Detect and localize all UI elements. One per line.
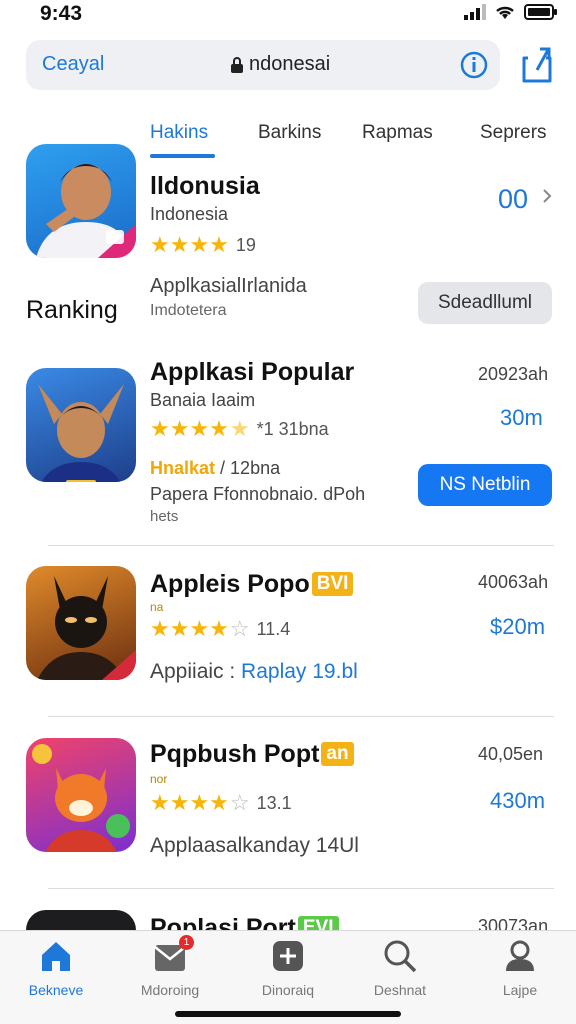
app-tagline-2: na (150, 600, 164, 614)
app-right-top-1: 20923ah (478, 364, 549, 384)
featured-action-button[interactable]: Sdeadlluml (418, 282, 552, 324)
app-desc-prefix-2: Appiiaic : (150, 660, 242, 683)
app-desc-3: Applaasalkanday 14Ul (150, 834, 359, 857)
star-empty-icon: ☆ (229, 616, 250, 641)
tabbar-label-search: Deshnat (373, 982, 427, 998)
wifi-icon (496, 6, 514, 19)
star-empty-icon: ☆ (229, 790, 250, 815)
status-bar: 9:43 (0, 0, 576, 34)
tabbar-item-home[interactable]: Bekneve (1, 939, 111, 998)
app-name-text-3: Pqpbush Popt (150, 740, 320, 768)
app-name-2[interactable]: Appleis Popo BVI (150, 570, 354, 599)
app-artwork-featured (36, 164, 136, 258)
featured-desc-line1: ApplkasialIrlanida (150, 275, 307, 297)
url-left-label[interactable]: Ceayal (42, 53, 104, 76)
app-subtitle-1: Banaia Iaaim (150, 390, 256, 410)
featured-rating: ★★★★ 19 (150, 232, 256, 258)
divider (48, 545, 554, 546)
tab-active-indicator (150, 154, 215, 158)
url-text: ndonesai (249, 53, 331, 75)
app-icon-1[interactable] (26, 368, 136, 482)
tabbar-label-home: Bekneve (28, 982, 84, 998)
app-artwork-3 (32, 744, 130, 852)
app-highlight-rest-1: / 12bna (220, 458, 281, 478)
info-icon[interactable] (460, 51, 488, 79)
app-icon-3[interactable] (26, 738, 136, 852)
status-time: 9:43 (40, 2, 83, 25)
app-icon-featured[interactable] (26, 144, 136, 258)
tabbar-item-inbox[interactable]: 1 Mdoroing (115, 935, 225, 998)
bottom-tab-bar: Bekneve 1 Mdoroing Dinoraiq Deshnat Lajp (0, 930, 576, 1024)
app-rating-text-3: 13.1 (256, 792, 292, 813)
featured-app-subtitle: Indonesia (150, 204, 229, 224)
tabbar-label-add: Dinoraiq (261, 982, 315, 998)
app-name-3[interactable]: Pqpbush Popt an (150, 740, 354, 769)
featured-desc-line2: Imdotetera (150, 302, 227, 319)
app-artwork-2 (37, 576, 136, 680)
app-price-3[interactable]: 430m (490, 788, 545, 814)
app-price-2[interactable]: $20m (490, 614, 545, 640)
search-icon (384, 940, 417, 973)
share-icon[interactable] (520, 44, 554, 84)
app-desc-line1-1: Papera Ffonnobnaio. dPoh (150, 484, 366, 504)
signal-icon (464, 4, 486, 20)
tabbar-item-profile[interactable]: Lajpe (465, 939, 575, 998)
tab-hakins[interactable]: Hakins (150, 122, 208, 144)
battery-icon (524, 4, 557, 20)
person-icon (506, 940, 534, 971)
house-icon (42, 942, 70, 971)
featured-price[interactable]: 00 (498, 184, 528, 215)
app-rating-text-2: 11.4 (256, 618, 291, 639)
app-badge-2: BVI (311, 572, 354, 596)
app-name-text-2: Appleis Popo (150, 570, 310, 598)
lock-icon (231, 56, 243, 73)
home-indicator (175, 1011, 401, 1017)
app-action-button-1[interactable]: NS Netblin (418, 464, 552, 506)
tab-seprers[interactable]: Seprers (480, 122, 547, 144)
chevron-right-icon[interactable] (541, 187, 553, 205)
divider (48, 888, 554, 889)
tab-barkins[interactable]: Barkins (258, 122, 321, 144)
featured-rating-text: 19 (235, 234, 256, 255)
plus-square-icon (273, 941, 303, 971)
tabbar-label-inbox: Mdoroing (140, 982, 200, 998)
app-desc-line2-1: hets (150, 508, 179, 525)
app-icon-2[interactable] (26, 566, 136, 680)
app-desc-link-2[interactable]: Raplay 19.bl (241, 660, 358, 683)
app-rating-2: ★★★★ ☆ 11.4 (150, 616, 290, 642)
tab-rapmas[interactable]: Rapmas (362, 122, 433, 144)
star-icon: ★★★★ (150, 616, 229, 641)
app-rating-3: ★★★★ ☆ 13.1 (150, 790, 292, 816)
star-icon: ★★★★ (150, 790, 229, 815)
status-icons (464, 4, 558, 20)
notification-badge: 1 (179, 935, 194, 950)
app-price-1[interactable]: 30m (500, 405, 543, 431)
tabbar-label-profile: Lajpe (502, 982, 538, 998)
url-bar[interactable]: Ceayal ndonesai (26, 40, 500, 90)
app-highlight-label-1: Hnalkat (150, 458, 216, 478)
tabbar-item-add[interactable]: Dinoraiq (233, 939, 343, 998)
star-icon: ★★★★ (150, 416, 229, 441)
star-icon: ★★★★ (150, 232, 229, 257)
tabbar-item-search[interactable]: Deshnat (345, 939, 455, 998)
app-right-top-2: 40063ah (478, 572, 549, 592)
app-right-top-3: 40,05en (478, 744, 544, 764)
app-badge-3: an (321, 742, 354, 766)
app-rating-1: ★★★★ ★ *1 31bna (150, 416, 329, 442)
app-artwork-1 (38, 384, 124, 482)
app-tagline-3: nor (150, 772, 168, 786)
app-highlight-1: Hnalkat / 12bna (150, 458, 280, 479)
divider (48, 716, 554, 717)
app-name-1[interactable]: Applkasi Popular (150, 358, 354, 387)
url-address[interactable]: ndonesai (231, 53, 330, 76)
app-desc-2: Appiiaic : Raplay 19.bl (150, 660, 358, 684)
featured-app-name[interactable]: lldonusia (150, 172, 260, 201)
star-half-icon: ★ (229, 416, 250, 441)
app-rating-text-1: *1 31bna (256, 418, 329, 439)
section-title: Ranking (26, 296, 118, 324)
